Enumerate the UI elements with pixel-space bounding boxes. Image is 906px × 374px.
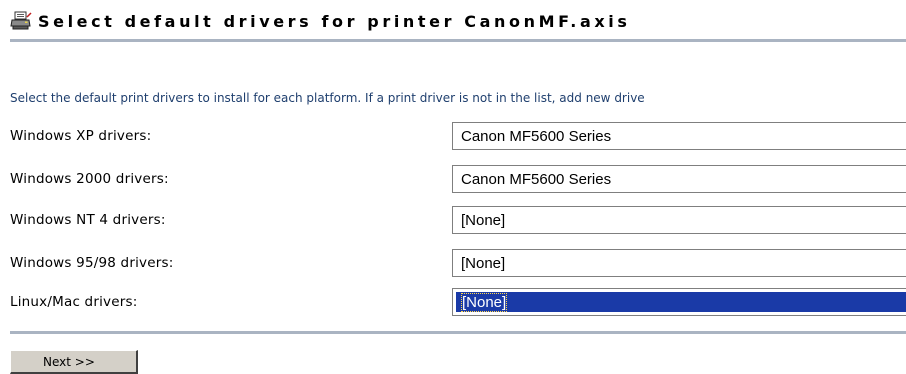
- windows-2000-driver-select[interactable]: Canon MF5600 Series: [452, 165, 906, 193]
- select-value: [None]: [461, 255, 506, 272]
- driver-row-linux-mac: Linux/Mac drivers: [None]: [0, 288, 906, 318]
- driver-row-windows-xp: Windows XP drivers: Canon MF5600 Series: [0, 122, 906, 152]
- driver-label: Windows 2000 drivers:: [10, 171, 169, 187]
- driver-label: Linux/Mac drivers:: [10, 294, 138, 310]
- page-header: Select default drivers for printer Canon…: [10, 8, 630, 34]
- select-value: Canon MF5600 Series: [461, 128, 612, 145]
- next-button[interactable]: Next >>: [10, 350, 138, 374]
- driver-label: Windows NT 4 drivers:: [10, 212, 166, 228]
- selection-highlight: [456, 292, 906, 312]
- driver-label: Windows XP drivers:: [10, 128, 152, 144]
- linux-mac-driver-select[interactable]: [None]: [452, 288, 906, 316]
- windows-nt4-driver-select[interactable]: [None]: [452, 206, 906, 234]
- driver-row-windows-2000: Windows 2000 drivers: Canon MF5600 Serie…: [0, 165, 906, 195]
- select-value: [None]: [460, 293, 508, 312]
- select-value: Canon MF5600 Series: [461, 171, 612, 188]
- select-value: [None]: [461, 212, 506, 229]
- driver-label: Windows 95/98 drivers:: [10, 255, 174, 271]
- bottom-divider: [10, 331, 906, 334]
- windows-xp-driver-select[interactable]: Canon MF5600 Series: [452, 122, 906, 150]
- driver-row-windows-95-98: Windows 95/98 drivers: [None]: [0, 249, 906, 279]
- driver-row-windows-nt4: Windows NT 4 drivers: [None]: [0, 206, 906, 236]
- page-title: Select default drivers for printer Canon…: [38, 11, 631, 31]
- printer-icon: [10, 11, 32, 31]
- instructions-text: Select the default print drivers to inst…: [10, 91, 645, 105]
- page: Select default drivers for printer Canon…: [0, 0, 906, 374]
- title-divider: [10, 39, 906, 42]
- windows-95-98-driver-select[interactable]: [None]: [452, 249, 906, 277]
